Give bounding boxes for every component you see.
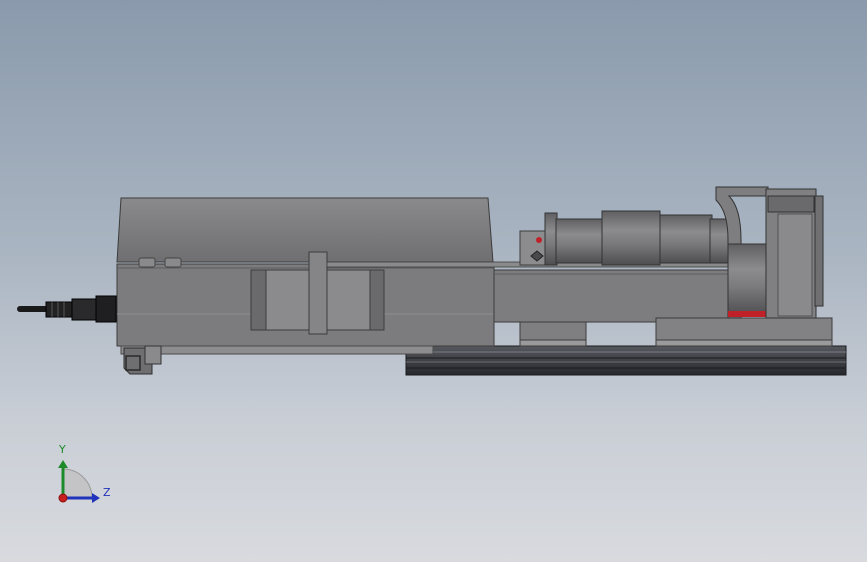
slider-carriage[interactable] xyxy=(308,251,328,335)
view-triad xyxy=(58,460,100,503)
knob-left[interactable] xyxy=(138,257,156,268)
z-axis-label: Z xyxy=(103,486,111,499)
indicator-led xyxy=(536,237,542,243)
y-axis-label: Y xyxy=(59,443,66,456)
assembly-model[interactable] xyxy=(0,0,867,562)
support-feet[interactable] xyxy=(519,317,833,347)
knob-right[interactable] xyxy=(164,257,182,268)
cable-connector[interactable] xyxy=(95,295,117,323)
corner-bracket[interactable] xyxy=(123,345,162,375)
graphics-viewport[interactable]: Y Z xyxy=(0,0,867,562)
motor-cylinder[interactable] xyxy=(544,210,729,266)
red-seal xyxy=(728,311,766,317)
end-flange[interactable] xyxy=(715,186,824,319)
extrusion-rail[interactable] xyxy=(405,345,847,376)
power-cable[interactable] xyxy=(17,295,117,323)
main-housing[interactable] xyxy=(116,197,495,355)
